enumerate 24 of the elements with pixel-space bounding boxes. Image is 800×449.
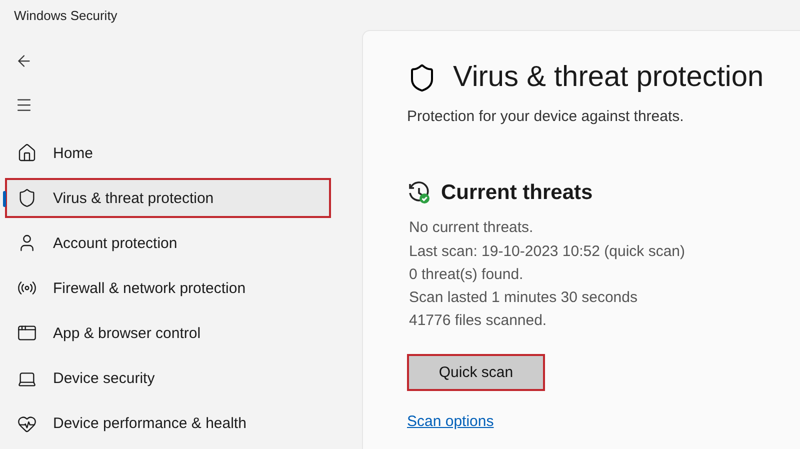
window-title: Windows Security <box>13 6 118 25</box>
sidebar-item[interactable]: Virus & threat protection <box>5 178 331 218</box>
sidebar-item[interactable]: Account protection <box>5 223 355 264</box>
sidebar-item[interactable]: Device security <box>5 358 355 398</box>
threat-status: No current threats. <box>409 219 534 236</box>
page-title: Virus & threat protection <box>453 61 764 94</box>
sidebar-item[interactable]: App & browser control <box>5 314 355 354</box>
heart-pulse-icon <box>17 414 37 434</box>
page-subtitle: Protection for your device against threats. <box>407 108 685 125</box>
quick-scan-button[interactable]: Quick scan <box>407 354 545 391</box>
scan-options-link[interactable]: Scan options <box>407 413 494 430</box>
scan-detail: Last scan: 19-10-2023 10:52 (quick scan) <box>409 242 686 262</box>
scan-detail: 0 threat(s) found. <box>409 265 524 285</box>
sidebar-item[interactable]: Device performance & health <box>5 404 355 444</box>
scan-detail: 41776 files scanned. <box>409 311 548 331</box>
section-title: Current threats <box>441 181 593 205</box>
selection-indicator <box>3 191 6 208</box>
scan-detail: Scan lasted 1 minutes 30 seconds <box>409 288 638 308</box>
shield-icon <box>17 188 37 208</box>
clock-check-icon <box>407 181 431 205</box>
home-icon <box>17 143 37 164</box>
sidebar-item[interactable]: Home <box>5 133 355 173</box>
sidebar-item[interactable]: Firewall & network protection <box>5 268 355 308</box>
window-icon <box>17 323 37 344</box>
